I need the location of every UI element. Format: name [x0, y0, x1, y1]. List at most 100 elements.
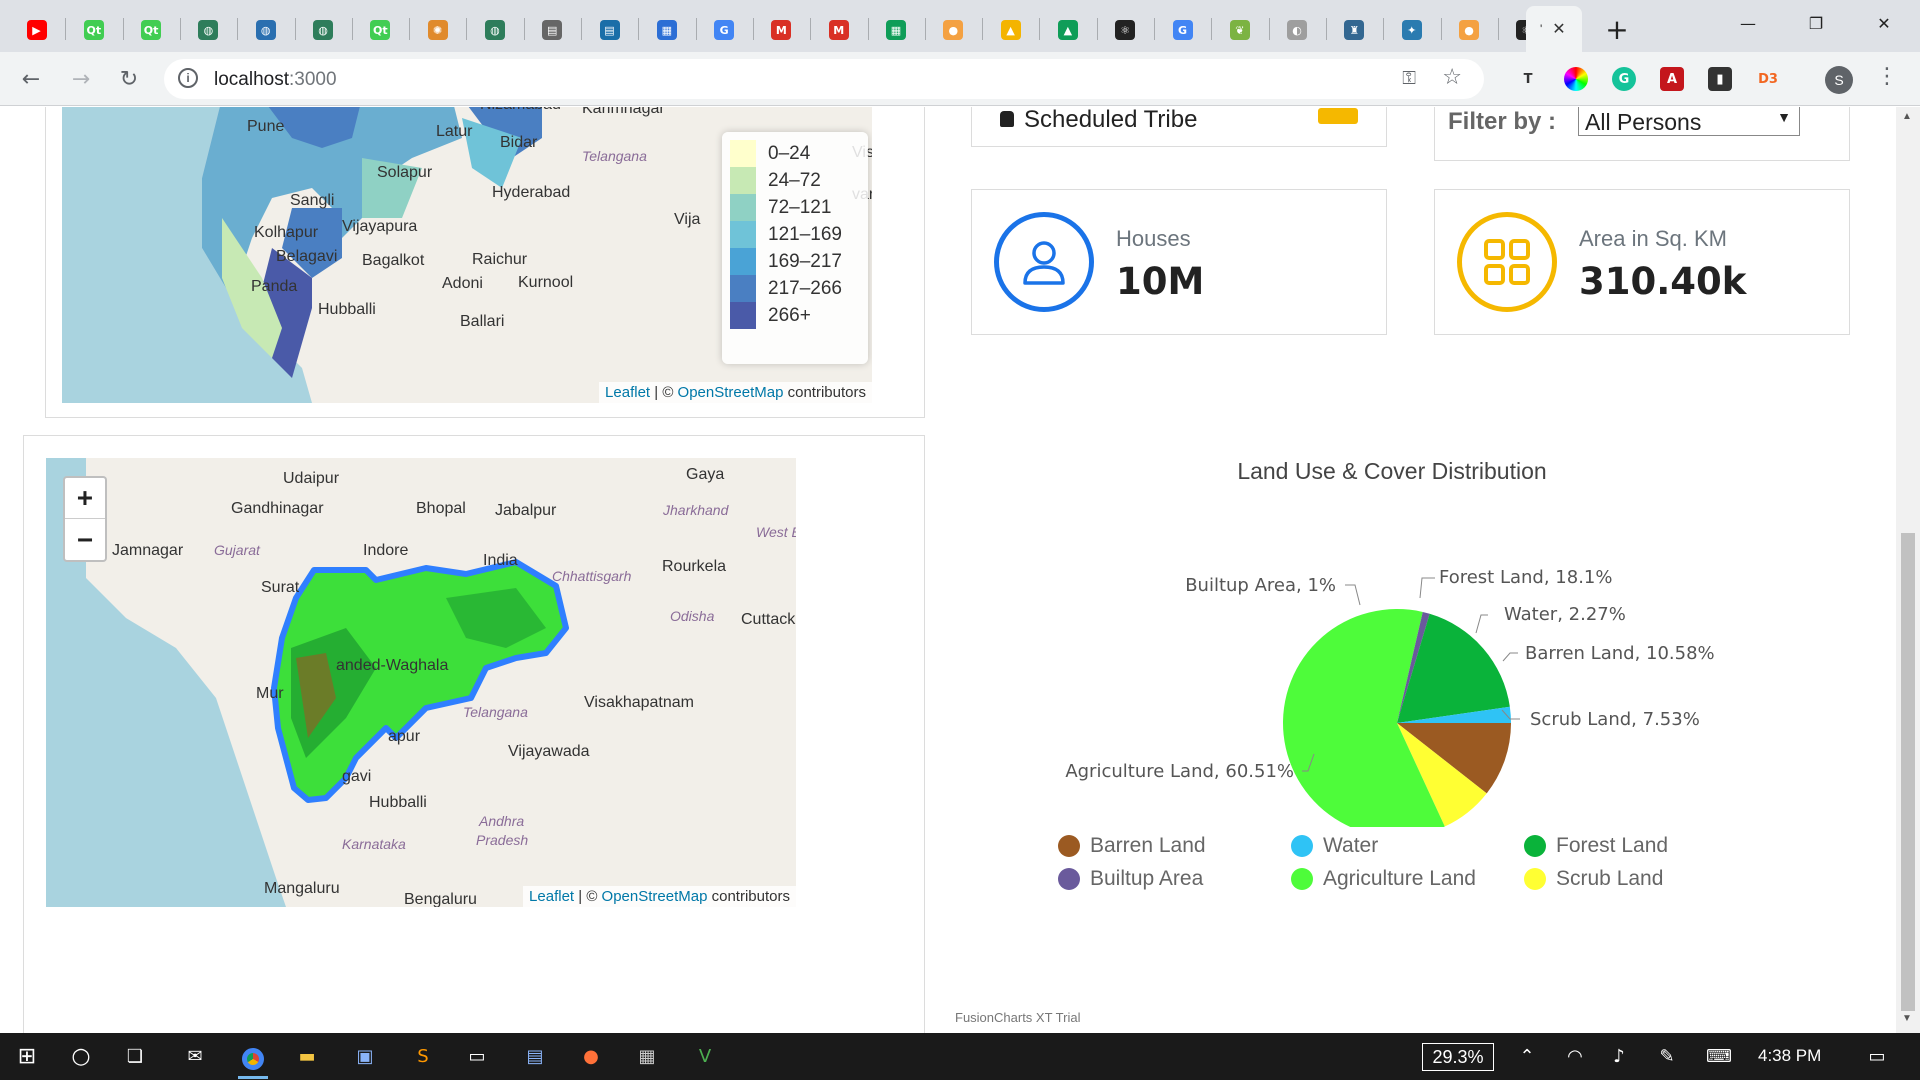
browser-tab[interactable]: ▦ [868, 8, 925, 52]
remote-app-icon[interactable]: ▤ [520, 1041, 550, 1071]
city-label: Bidar [500, 134, 538, 151]
chart-legend-item[interactable]: Agriculture Land [1291, 867, 1476, 891]
chart-legend-item[interactable]: Water [1291, 834, 1378, 858]
keyboard-icon[interactable]: ⌨ [1704, 1041, 1734, 1071]
new-tab-button[interactable]: + [1600, 12, 1634, 46]
volume-icon[interactable]: ♪ [1604, 1041, 1634, 1071]
choropleth-map[interactable]: Mumbai Pune Nizamabad Karimnagar Latur Bidar T… [62, 107, 872, 403]
active-tab[interactable]: ' ✕ [1526, 6, 1582, 52]
browser-tab[interactable]: ◍ [237, 8, 294, 52]
close-tab-icon[interactable]: ✕ [1552, 19, 1565, 39]
color-picker-extension-icon[interactable] [1564, 67, 1588, 91]
url-text[interactable]: localhost:3000 [214, 69, 337, 91]
browser-tab[interactable]: ▤ [524, 8, 581, 52]
browser-tab[interactable]: Qt [65, 8, 122, 52]
browser-tab[interactable]: M [810, 8, 867, 52]
chart-legend-item[interactable]: Barren Land [1058, 834, 1206, 858]
browser-tab[interactable]: ❦ [1211, 8, 1268, 52]
key-icon[interactable]: ⚿ [1402, 68, 1416, 89]
notepad-icon[interactable]: ▦ [632, 1041, 662, 1071]
firefox-icon[interactable]: ● [576, 1041, 606, 1071]
city-label: Adoni [442, 275, 483, 292]
city-label: Gaya [686, 466, 725, 483]
zoom-out-button[interactable]: − [65, 519, 105, 560]
google-icon: G [1172, 20, 1193, 40]
d3-extension-icon[interactable]: D3 [1756, 67, 1780, 91]
task-view-icon[interactable]: ❏ [120, 1041, 150, 1071]
browser-tab[interactable]: ▶ [8, 8, 65, 52]
browser-menu-icon[interactable]: ⋮ [1876, 64, 1898, 89]
browser-tab[interactable]: ▦ [638, 8, 695, 52]
grammarly-extension-icon[interactable]: G [1612, 67, 1636, 91]
landcover-map-card: Udaipur Gaya Gandhinagar Bhopal Jabalpur Jhar… [23, 435, 925, 1033]
back-arrow-icon[interactable]: ← [16, 64, 46, 94]
zoom-in-button[interactable]: + [65, 478, 105, 519]
browser-tab[interactable]: ▲ [982, 8, 1039, 52]
scroll-down-icon[interactable]: ▼ [1902, 1013, 1912, 1024]
browser-tab[interactable]: ✺ [409, 8, 466, 52]
profile-avatar[interactable]: S [1825, 66, 1853, 94]
osm-link[interactable]: OpenStreetMap [602, 888, 708, 905]
search-icon[interactable]: ○ [66, 1041, 96, 1071]
tab-separator [1497, 18, 1499, 40]
terminal-icon[interactable]: ▭ [462, 1041, 492, 1071]
info-icon[interactable]: i [178, 68, 198, 88]
chart-legend-item[interactable]: Scrub Land [1524, 867, 1663, 891]
vim-icon[interactable]: V [690, 1041, 720, 1071]
browser-tab[interactable]: ▲ [1039, 8, 1096, 52]
browser-tab[interactable]: G [696, 8, 753, 52]
address-bar[interactable]: i localhost:3000 ⚿ ☆ [164, 59, 1484, 99]
browser-tab[interactable]: ◍ [180, 8, 237, 52]
browser-tab[interactable]: ✦ [1383, 8, 1440, 52]
leaflet-link[interactable]: Leaflet [529, 888, 574, 905]
image-icon: ▤ [542, 20, 563, 40]
mail-icon[interactable]: ✉ [180, 1041, 210, 1071]
land-use-pie-chart[interactable]: Forest Land, 18.1% Water, 2.27% Barren Lan… [1040, 507, 1760, 827]
wifi-icon[interactable]: ◠ [1560, 1041, 1590, 1071]
notifications-icon[interactable]: ▭ [1862, 1041, 1892, 1071]
restore-icon[interactable]: ❐ [1792, 8, 1840, 38]
chart-legend-item[interactable]: Forest Land [1524, 834, 1668, 858]
reload-icon[interactable]: ↻ [114, 64, 144, 94]
pdf-extension-icon[interactable]: A [1660, 67, 1684, 91]
notes-extension-icon[interactable]: ▮ [1708, 67, 1732, 91]
show-hidden-icons-icon[interactable]: ⌃ [1512, 1041, 1542, 1071]
reader-icon: ▦ [656, 20, 677, 40]
browser-tab[interactable]: M [753, 8, 810, 52]
page-scrollbar[interactable]: ▲ ▼ [1896, 107, 1920, 1033]
browser-tab[interactable]: ⚛ [1097, 8, 1154, 52]
chrome-taskbar-icon[interactable] [238, 1041, 268, 1079]
bookmark-star-icon[interactable]: ☆ [1442, 65, 1462, 90]
scroll-up-icon[interactable]: ▲ [1902, 111, 1912, 122]
browser-tab[interactable]: ♜ [1326, 8, 1383, 52]
landcover-map[interactable]: Udaipur Gaya Gandhinagar Bhopal Jabalpur Jhar… [46, 458, 796, 907]
browser-tab[interactable]: ● [1441, 8, 1498, 52]
osm-link[interactable]: OpenStreetMap [678, 384, 784, 401]
browser-tab[interactable]: ◍ [295, 8, 352, 52]
drive-icon: ▲ [1057, 20, 1078, 40]
network-app-icon[interactable]: ▣ [350, 1041, 380, 1071]
browser-tab[interactable]: ◐ [1269, 8, 1326, 52]
windows-start-icon[interactable]: ⊞ [12, 1041, 42, 1071]
chart-legend-item[interactable]: Builtup Area [1058, 867, 1203, 891]
pen-icon[interactable]: ✎ [1652, 1041, 1682, 1071]
text-extension-icon[interactable]: T [1516, 67, 1540, 91]
browser-tab[interactable]: ● [925, 8, 982, 52]
browser-tab[interactable]: ▤ [581, 8, 638, 52]
leaflet-link[interactable]: Leaflet [605, 384, 650, 401]
scrollbar-thumb[interactable] [1901, 533, 1915, 1011]
file-explorer-icon[interactable]: ▬ [292, 1041, 322, 1071]
taskbar-clock[interactable]: 4:38 PM [1758, 1046, 1821, 1066]
cpu-usage-indicator[interactable]: 29.3% [1422, 1043, 1494, 1071]
sublime-text-icon[interactable]: S [408, 1041, 438, 1071]
minimize-icon[interactable]: — [1724, 8, 1772, 38]
filter-select[interactable]: All Persons ▼ [1578, 107, 1800, 136]
close-window-icon[interactable]: ✕ [1860, 8, 1908, 38]
browser-tab[interactable]: Qt [352, 8, 409, 52]
forward-arrow-icon[interactable]: → [66, 64, 96, 94]
browser-tab[interactable]: G [1154, 8, 1211, 52]
legend-swatch [730, 167, 756, 194]
legend-label: 24–72 [768, 169, 821, 191]
browser-tab[interactable]: Qt [123, 8, 180, 52]
browser-tab[interactable]: ◍ [466, 8, 523, 52]
